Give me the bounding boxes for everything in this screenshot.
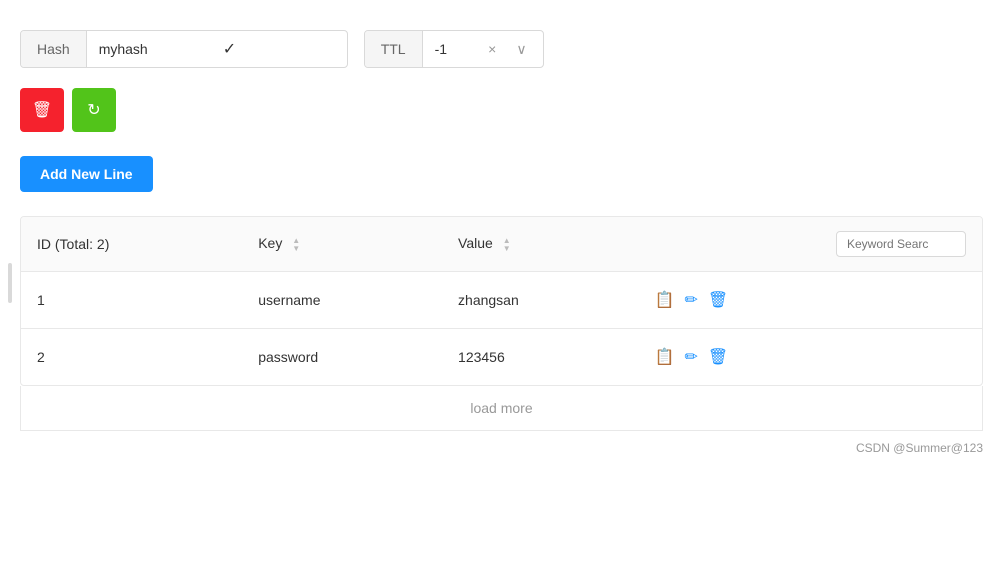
trash-icon: 🗑: [32, 100, 52, 120]
cell-actions: 📋 ✏ 🗑: [639, 272, 982, 329]
footer: CSDN @Summer@123: [20, 441, 983, 455]
col-actions-header: [639, 217, 982, 272]
ttl-group: TTL -1 × ∨: [364, 30, 544, 68]
hash-label: Hash: [21, 31, 87, 67]
cell-value: 123456: [442, 329, 639, 386]
table-header-row: ID (Total: 2) Key ▲ ▼ Value ▲ ▼: [21, 217, 982, 272]
cell-key: username: [242, 272, 442, 329]
key-sort-icons[interactable]: ▲ ▼: [292, 237, 300, 253]
ttl-value-container: -1 × ∨: [423, 41, 543, 58]
cell-id: 2: [21, 329, 242, 386]
delete-row-icon[interactable]: 🗑: [708, 347, 728, 367]
sort-down-icon: ▼: [292, 245, 300, 253]
action-buttons: 🗑 ↻: [20, 88, 983, 132]
top-bar: Hash myhash ✓ TTL -1 × ∨: [20, 30, 983, 68]
cell-value: zhangsan: [442, 272, 639, 329]
sort-down-icon: ▼: [503, 245, 511, 253]
hash-value-container: myhash ✓: [87, 39, 347, 59]
table-row: 1 username zhangsan 📋 ✏ 🗑: [21, 272, 982, 329]
hash-group: Hash myhash ✓: [20, 30, 348, 68]
cell-key: password: [242, 329, 442, 386]
delete-row-icon[interactable]: 🗑: [708, 290, 728, 310]
load-more-container: load more: [20, 386, 983, 431]
copy-icon[interactable]: 📋: [655, 347, 675, 367]
edit-icon[interactable]: ✏: [684, 347, 697, 367]
edit-icon[interactable]: ✏: [684, 290, 697, 310]
hash-value-text: myhash: [99, 41, 211, 57]
copy-icon[interactable]: 📋: [655, 290, 675, 310]
value-sort-icons[interactable]: ▲ ▼: [503, 237, 511, 253]
ttl-clear-button[interactable]: ×: [484, 41, 500, 57]
table-container: ID (Total: 2) Key ▲ ▼ Value ▲ ▼: [20, 216, 983, 386]
ttl-label: TTL: [365, 31, 423, 67]
cell-id: 1: [21, 272, 242, 329]
ttl-confirm-button[interactable]: ∨: [512, 41, 530, 58]
data-table: ID (Total: 2) Key ▲ ▼ Value ▲ ▼: [21, 217, 982, 385]
keyword-search-input[interactable]: [836, 231, 966, 257]
table-row: 2 password 123456 📋 ✏ 🗑: [21, 329, 982, 386]
col-id-header: ID (Total: 2): [21, 217, 242, 272]
col-key-header: Key ▲ ▼: [242, 217, 442, 272]
resize-handle[interactable]: [8, 263, 12, 303]
refresh-button[interactable]: ↻: [72, 88, 116, 132]
cell-actions: 📋 ✏ 🗑: [639, 329, 982, 386]
load-more-button[interactable]: load more: [470, 400, 532, 416]
refresh-icon: ↻: [87, 100, 100, 120]
col-value-header: Value ▲ ▼: [442, 217, 639, 272]
add-new-line-button[interactable]: Add New Line: [20, 156, 153, 192]
footer-text: CSDN @Summer@123: [856, 441, 983, 455]
delete-button[interactable]: 🗑: [20, 88, 64, 132]
check-icon: ✓: [223, 39, 335, 59]
ttl-value-text: -1: [435, 41, 473, 57]
